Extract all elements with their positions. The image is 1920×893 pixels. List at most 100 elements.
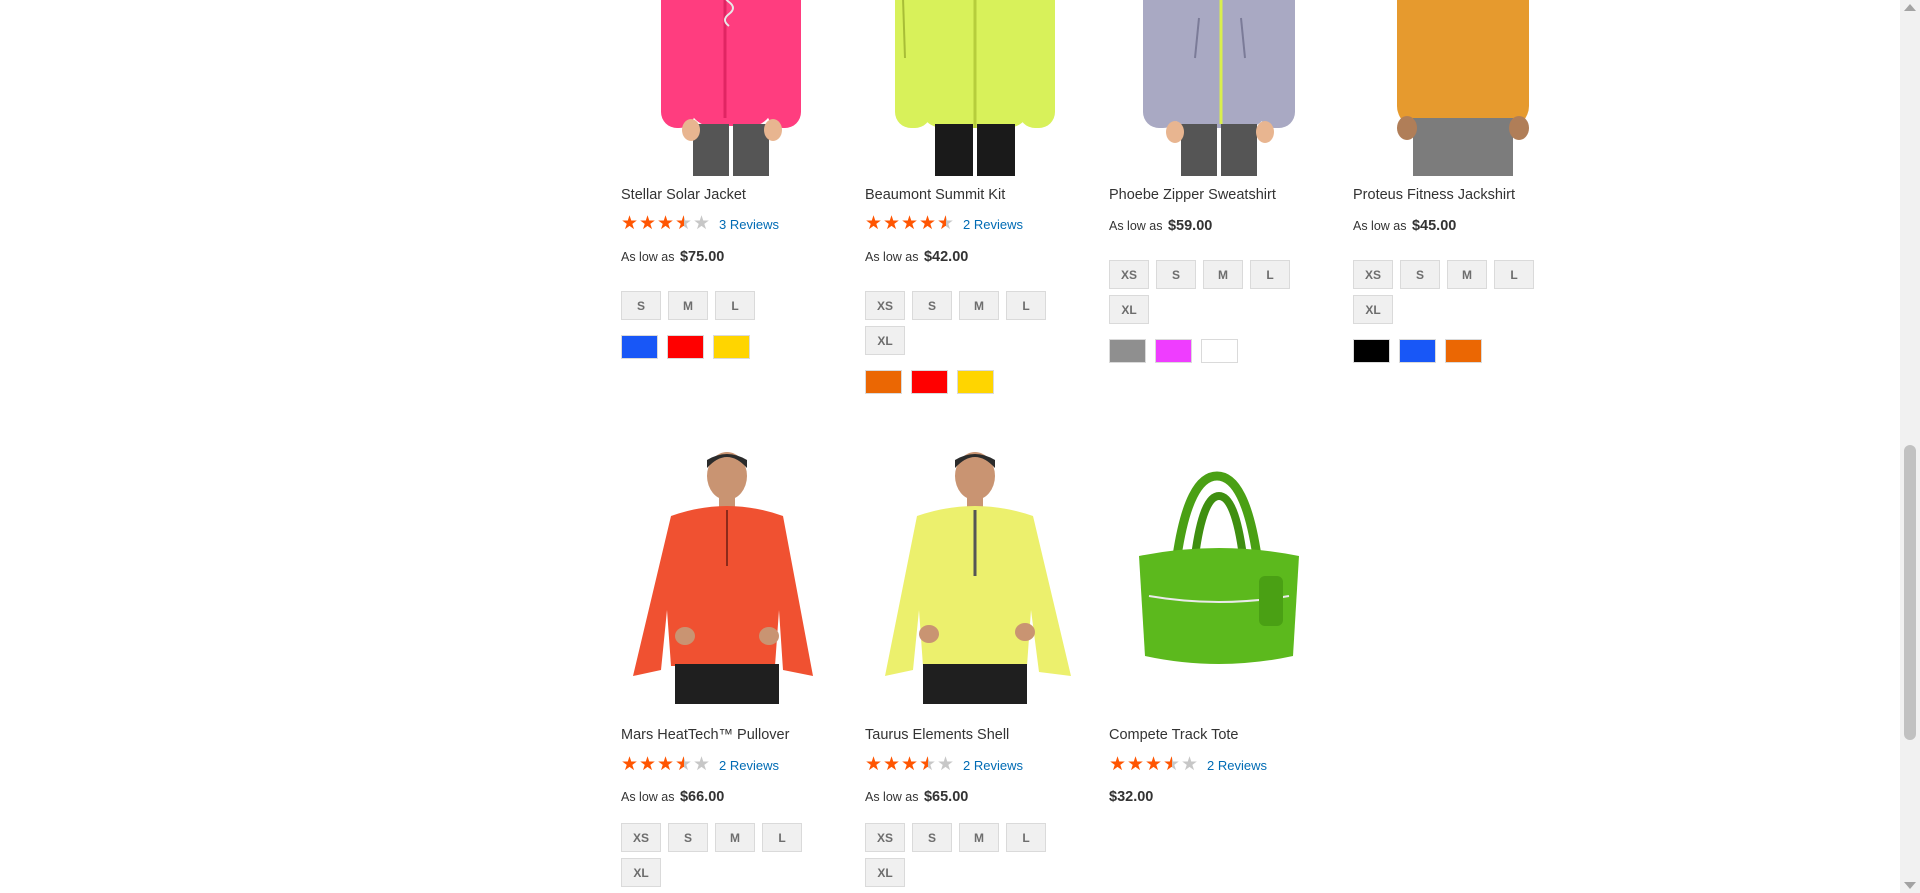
size-swatch-xs[interactable]: XS [621,823,661,852]
size-swatch-xl[interactable]: XL [1353,295,1393,324]
star-icon: ★ [657,754,675,775]
reviews-link[interactable]: 3 Reviews [719,217,779,232]
color-swatch-white[interactable] [1201,339,1238,363]
size-options: XS S M L XL [865,291,1065,355]
color-options [621,335,750,359]
size-swatch-l[interactable]: L [1006,823,1046,852]
product-image[interactable] [1109,446,1329,704]
product-image[interactable] [621,446,841,704]
product-card: Compete Track Tote ★ ★ ★ ★ ★ 2 Reviews $32.0… [1109,440,1329,893]
reviews-link[interactable]: 2 Reviews [719,758,779,773]
color-swatch-yellow[interactable] [713,335,750,359]
size-swatch-m[interactable]: M [1203,260,1243,289]
size-swatch-m[interactable]: M [959,823,999,852]
product-price: As low as $75.00 [621,249,724,265]
size-swatch-l[interactable]: L [1006,291,1046,320]
size-swatch-m[interactable]: M [715,823,755,852]
star-icon: ★ [865,213,883,234]
color-swatch-yellow[interactable] [957,370,994,394]
rating-stars: ★ ★ ★ ★ ★ [865,213,955,234]
star-icon: ★ [657,213,675,234]
reviews-link[interactable]: 2 Reviews [963,217,1023,232]
size-options: XS S M L XL [621,823,821,887]
product-rating: ★ ★ ★ ★ ★ 2 Reviews [621,754,779,775]
size-swatch-xl[interactable]: XL [865,858,905,887]
star-icon: ★ [883,213,901,234]
product-image[interactable] [865,446,1085,704]
size-swatch-l[interactable]: L [762,823,802,852]
product-name[interactable]: Compete Track Tote [1109,727,1239,743]
size-swatch-l[interactable]: L [1494,260,1534,289]
product-card: Mars HeatTech™ Pullover ★ ★ ★ ★ ★ 2 Reviews … [621,440,841,893]
rating-stars: ★ ★ ★ ★ ★ [1109,754,1199,775]
size-options: XS S M L XL [865,823,1065,887]
star-icon: ★ [901,754,919,775]
star-icon: ★ [639,213,657,234]
color-swatch-orange[interactable] [1445,339,1482,363]
price-value: $32.00 [1109,789,1154,805]
star-icon: ★ [937,754,955,775]
color-options [865,370,994,394]
price-value: $65.00 [923,789,969,805]
product-name[interactable]: Mars HeatTech™ Pullover [621,727,789,743]
product-image[interactable] [621,0,841,176]
color-swatch-gray[interactable] [1109,339,1146,363]
star-icon: ★ [1127,754,1145,775]
product-image[interactable] [865,0,1085,176]
scrollbar-thumb[interactable] [1904,445,1916,740]
price-value: $45.00 [1411,218,1457,234]
product-card: Stellar Solar Jacket ★ ★ ★ ★ ★ 3 Reviews As … [621,0,841,400]
price-prefix: As low as [1353,219,1407,233]
size-swatch-xs[interactable]: XS [865,823,905,852]
color-swatch-orange[interactable] [865,370,902,394]
size-swatch-s[interactable]: S [621,291,661,320]
product-image[interactable] [1109,0,1329,176]
size-swatch-s[interactable]: S [1156,260,1196,289]
price-prefix: As low as [865,790,919,804]
star-icon: ★ [675,754,693,775]
size-swatch-l[interactable]: L [1250,260,1290,289]
reviews-link[interactable]: 2 Reviews [963,758,1023,773]
color-swatch-blue[interactable] [621,335,658,359]
color-swatch-blue[interactable] [1399,339,1436,363]
size-swatch-s[interactable]: S [912,291,952,320]
size-swatch-xs[interactable]: XS [1353,260,1393,289]
size-swatch-xs[interactable]: XS [865,291,905,320]
size-swatch-xs[interactable]: XS [1109,260,1149,289]
size-swatch-m[interactable]: M [1447,260,1487,289]
product-name[interactable]: Beaumont Summit Kit [865,187,1005,203]
product-name[interactable]: Proteus Fitness Jackshirt [1353,187,1515,203]
product-image[interactable] [1353,0,1573,176]
product-rating: ★ ★ ★ ★ ★ 2 Reviews [865,213,1023,234]
size-swatch-s[interactable]: S [668,823,708,852]
size-swatch-l[interactable]: L [715,291,755,320]
size-options: SML [621,291,821,320]
scroll-down-arrow-icon[interactable] [1904,882,1916,889]
size-swatch-m[interactable]: M [959,291,999,320]
size-swatch-m[interactable]: M [668,291,708,320]
rating-stars: ★ ★ ★ ★ ★ [621,213,711,234]
color-swatch-purple[interactable] [1155,339,1192,363]
product-name[interactable]: Stellar Solar Jacket [621,187,746,203]
reviews-link[interactable]: 2 Reviews [1207,758,1267,773]
color-swatch-red[interactable] [667,335,704,359]
product-price: As low as $59.00 [1109,218,1212,234]
product-grid: Stellar Solar Jacket ★ ★ ★ ★ ★ 3 Reviews As … [0,0,1900,893]
size-options: XS S M L XL [1353,260,1553,324]
color-swatch-red[interactable] [911,370,948,394]
scroll-up-arrow-icon[interactable] [1904,4,1916,11]
star-icon: ★ [937,213,955,234]
color-swatch-black[interactable] [1353,339,1390,363]
product-name[interactable]: Phoebe Zipper Sweatshirt [1109,187,1276,203]
size-swatch-s[interactable]: S [1400,260,1440,289]
size-swatch-s[interactable]: S [912,823,952,852]
size-swatch-xl[interactable]: XL [621,858,661,887]
star-icon: ★ [639,754,657,775]
size-swatch-xl[interactable]: XL [1109,295,1149,324]
star-icon: ★ [865,754,883,775]
product-rating: ★ ★ ★ ★ ★ 2 Reviews [865,754,1023,775]
vertical-scrollbar[interactable] [1900,0,1920,893]
product-name[interactable]: Taurus Elements Shell [865,727,1009,743]
price-prefix: As low as [621,250,675,264]
size-swatch-xl[interactable]: XL [865,326,905,355]
